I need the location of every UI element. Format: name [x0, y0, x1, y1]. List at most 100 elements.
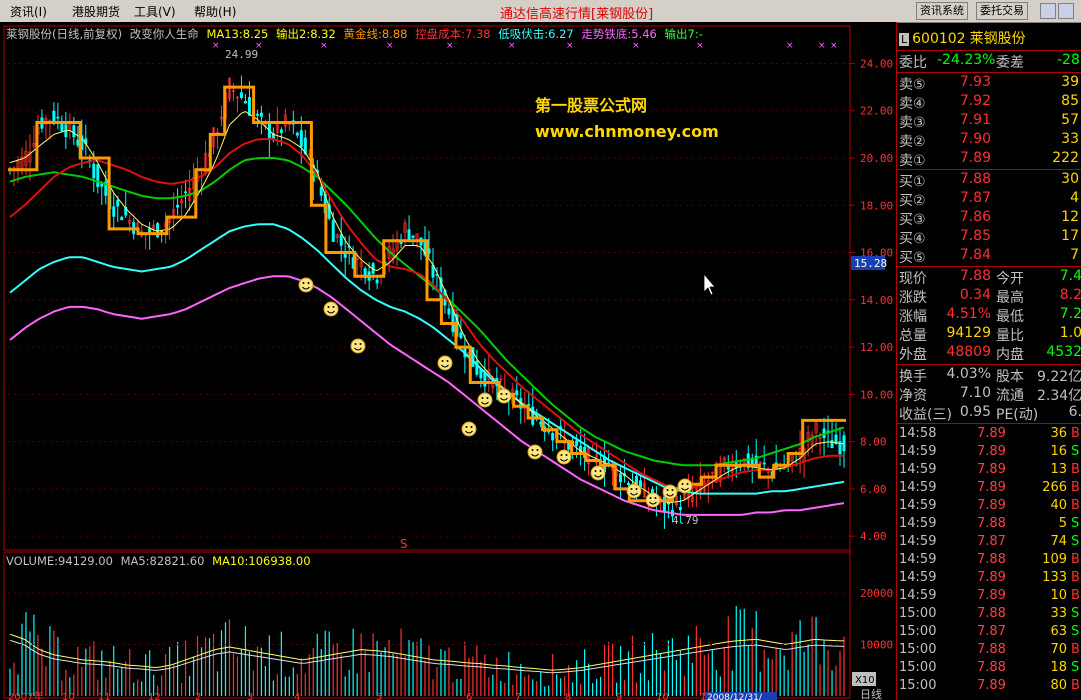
candle-body — [678, 507, 682, 510]
tick-side: B — [1071, 426, 1080, 441]
menu-item-hk-futures[interactable]: 港股期货 — [72, 3, 120, 20]
stock-name: 莱钢股份 — [969, 31, 1026, 47]
indicator-legend: 莱钢股份(日线,前复权) 改变你人生命 MA13:8.25 输出2:8.32 黄… — [6, 26, 707, 42]
minimize-icon[interactable] — [1040, 3, 1056, 19]
smiley-signal-icon — [323, 301, 339, 317]
row-label: 卖④ — [899, 96, 926, 112]
row-label: 卖① — [899, 153, 926, 169]
trade-button[interactable]: 委托交易 — [976, 2, 1028, 20]
tick-price: 7.89 — [977, 480, 1006, 495]
candle-body — [56, 116, 60, 119]
tick-side: B — [1071, 588, 1080, 603]
tick-side: B — [1071, 570, 1080, 585]
stat-value: 4.03% — [946, 366, 991, 382]
stat-value: 0.95 — [959, 404, 991, 420]
sell-row: 卖③ 7.91 57 — [897, 112, 1081, 131]
legend-control-cost: 控盘成本:7.38 — [415, 27, 491, 41]
price-axis-label: 18.00 — [860, 199, 893, 212]
menu-item-help[interactable]: 帮助(H) — [194, 3, 236, 20]
row-volume: 30 — [1061, 171, 1079, 187]
maximize-icon[interactable] — [1058, 3, 1074, 19]
row-label: 买⑤ — [899, 250, 926, 266]
stat-value: 4532 — [1046, 344, 1081, 360]
tick-side: B — [1071, 480, 1080, 495]
tick-price: 7.87 — [977, 624, 1006, 639]
stock-header: L 600102 莱钢股份 — [899, 28, 1081, 48]
candle-body — [176, 204, 180, 208]
tick-volume: 16 — [1050, 444, 1067, 459]
smiley-signal-icon — [556, 449, 572, 465]
candle-body — [116, 199, 120, 207]
kline-chart[interactable]: 24.0022.0020.0018.0016.0014.0012.0010.00… — [0, 22, 896, 700]
menu-item-tools[interactable]: 工具(V) — [134, 3, 176, 20]
volume-legend: VOLUME:94129.00 MA5:82821.60 MA10:106938… — [6, 554, 315, 568]
sell-row: 卖④ 7.92 85 — [897, 93, 1081, 112]
smiley-signal-icon — [590, 465, 606, 481]
tick-row: 14:59 7.89 16 S — [897, 444, 1081, 462]
stat-value: 48809 — [946, 344, 991, 360]
tick-price: 7.89 — [977, 426, 1006, 441]
candle-body — [762, 462, 766, 465]
tick-side: B — [1071, 462, 1080, 477]
weibi-label: 委比 — [899, 55, 927, 71]
sell-row: 卖⑤ 7.93 39 — [897, 74, 1081, 93]
svg-text:×: × — [508, 41, 516, 51]
tick-side: B — [1071, 498, 1080, 513]
price-axis-label: 4.00 — [860, 530, 887, 543]
tick-side: S — [1071, 606, 1080, 621]
stat-value: 4.51% — [946, 306, 991, 322]
svg-text:×: × — [386, 41, 394, 51]
legend-gold-line: 黄金线:8.88 — [343, 27, 408, 41]
date-axis-label: 6 — [466, 692, 472, 700]
stat-label: PE(动) — [996, 407, 1039, 423]
tick-volume: 36 — [1050, 426, 1067, 441]
candle-body — [112, 206, 116, 217]
app-title-text: 通达信高速行情 — [500, 7, 592, 22]
row-label: 卖⑤ — [899, 77, 926, 93]
row-price: 7.86 — [959, 209, 991, 225]
row-volume: 85 — [1061, 93, 1079, 109]
tick-time: 14:59 — [899, 552, 937, 567]
candle-body — [120, 216, 124, 221]
tick-row: 14:59 7.89 10 B — [897, 588, 1081, 606]
candle-body — [295, 132, 299, 136]
low-price-label: 4.79 — [672, 514, 699, 527]
legend-output2: 输出2:8.32 — [276, 27, 336, 41]
smiley-signal-icon — [527, 444, 543, 460]
tick-row: 14:59 7.89 40 B — [897, 498, 1081, 516]
watermark-title: 第一股票公式网 — [535, 96, 648, 115]
candle-body — [52, 110, 56, 122]
quote-row: 涨跌 0.34 最高 8.2 — [897, 287, 1081, 306]
date-axis-label: 2 — [195, 692, 201, 700]
menu-item-info[interactable]: 资讯(I) — [10, 3, 47, 20]
weibi-row: 委比 -24.23% 委差 -28 — [897, 52, 1081, 71]
indicator-name[interactable]: 改变你人生命 — [130, 27, 199, 41]
row-volume: 33 — [1061, 131, 1079, 147]
smiley-signal-icon — [477, 392, 493, 408]
volume-axis-label: 10000 — [860, 638, 893, 651]
legend-low-buy: 低吸伏击:6.27 — [498, 27, 574, 41]
app-title: 通达信高速行情[莱钢股份] — [500, 3, 653, 22]
tick-side: S — [1071, 624, 1080, 639]
stat-label: 涨跌 — [899, 290, 927, 306]
stat-value: 2.34亿 — [1037, 388, 1081, 404]
row-price: 7.88 — [959, 171, 991, 187]
tick-time: 14:58 — [899, 426, 937, 441]
tick-time: 15:00 — [899, 660, 937, 675]
tick-row: 15:00 7.88 18 S — [897, 660, 1081, 678]
buy-row: 买① 7.88 30 — [897, 171, 1081, 190]
row-volume: 4 — [1070, 190, 1079, 206]
quote-row: 总量 94129 量比 1.0 — [897, 325, 1081, 344]
quote-row: 外盘 48809 内盘 4532 — [897, 344, 1081, 363]
current-price-tag-text: 15.28 — [854, 257, 887, 270]
stat-value: 1.0 — [1059, 325, 1081, 341]
tick-price: 7.88 — [977, 606, 1006, 621]
tick-price: 7.88 — [977, 552, 1006, 567]
row-price: 7.89 — [959, 150, 991, 166]
info-system-button[interactable]: 资讯系统 — [916, 2, 968, 20]
svg-text:×: × — [566, 41, 574, 51]
legend-output7: 输出7:- — [664, 27, 703, 41]
tick-row: 14:59 7.89 266 B — [897, 480, 1081, 498]
candle-body — [92, 163, 96, 179]
tick-time: 14:59 — [899, 516, 937, 531]
